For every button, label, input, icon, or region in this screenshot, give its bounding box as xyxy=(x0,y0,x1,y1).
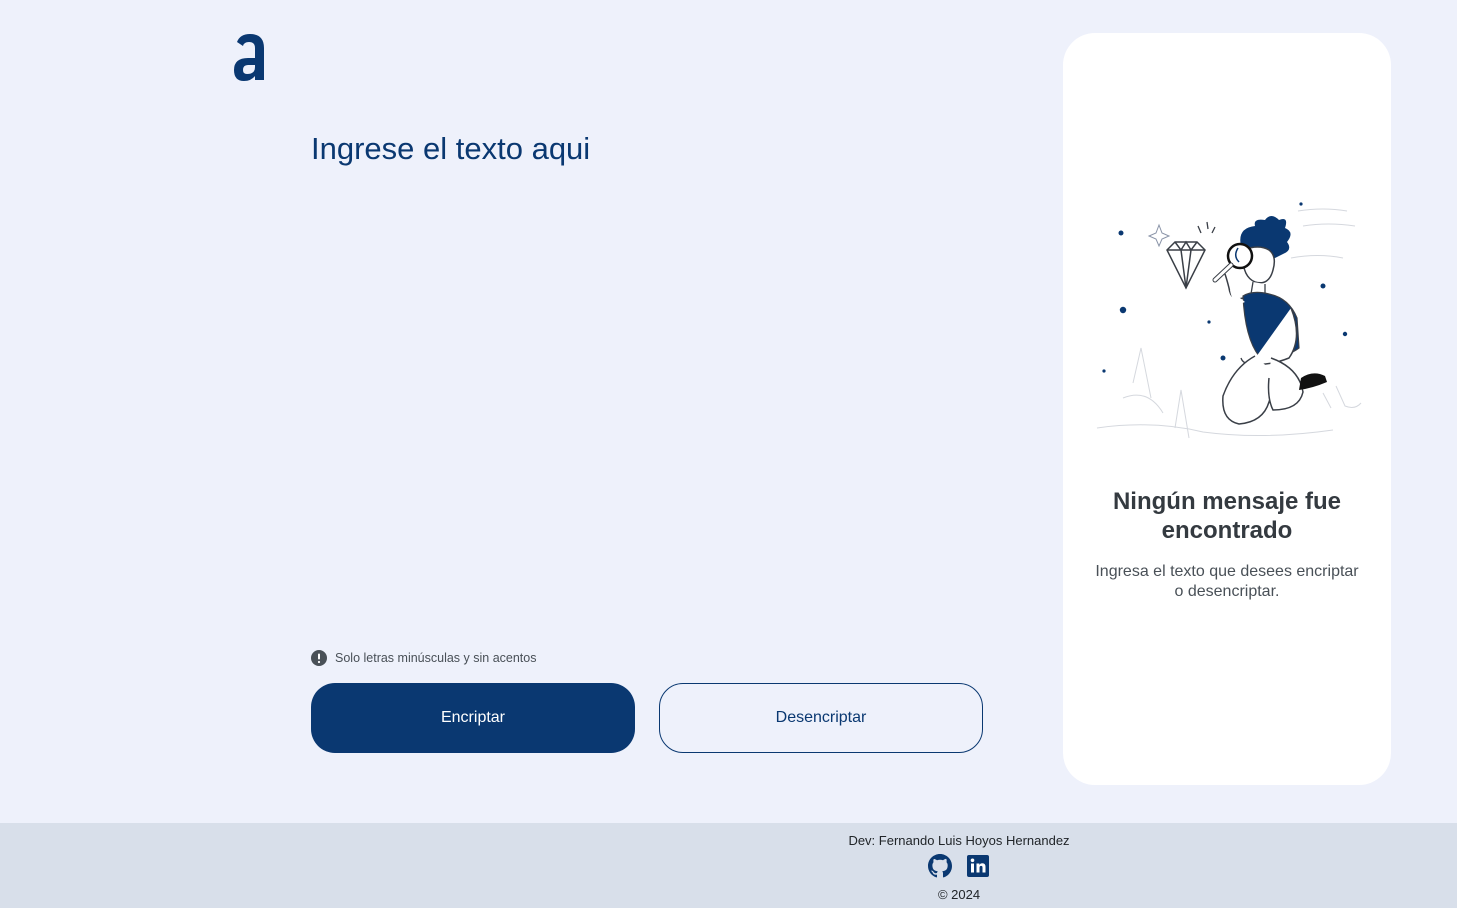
social-links xyxy=(928,854,990,878)
decrypt-button[interactable]: Desencriptar xyxy=(659,683,983,753)
input-hint: Solo letras minúsculas y sin acentos xyxy=(311,650,536,666)
result-title: Ningún mensaje fue encontrado xyxy=(1112,488,1342,544)
result-panel: Ningún mensaje fue encontrado Ingresa el… xyxy=(1063,33,1391,785)
linkedin-icon[interactable] xyxy=(966,854,990,878)
person-with-magnifying-glass-illustration xyxy=(1093,198,1363,448)
exclamation-circle-icon xyxy=(311,650,327,666)
github-icon[interactable] xyxy=(928,854,952,878)
footer: Dev: Fernando Luis Hoyos Hernandez © 202… xyxy=(0,823,1457,908)
encrypt-button[interactable]: Encriptar xyxy=(311,683,635,753)
hint-text: Solo letras minúsculas y sin acentos xyxy=(335,651,537,665)
copyright: © 2024 xyxy=(937,887,981,902)
alura-logo-icon xyxy=(232,32,268,82)
developer-credit: Dev: Fernando Luis Hoyos Hernandez xyxy=(848,833,1070,848)
result-text: Ingresa el texto que desees encriptar o … xyxy=(1095,563,1359,600)
message-input[interactable] xyxy=(311,128,981,608)
page: Solo letras minúsculas y sin acentos Enc… xyxy=(0,0,1457,908)
